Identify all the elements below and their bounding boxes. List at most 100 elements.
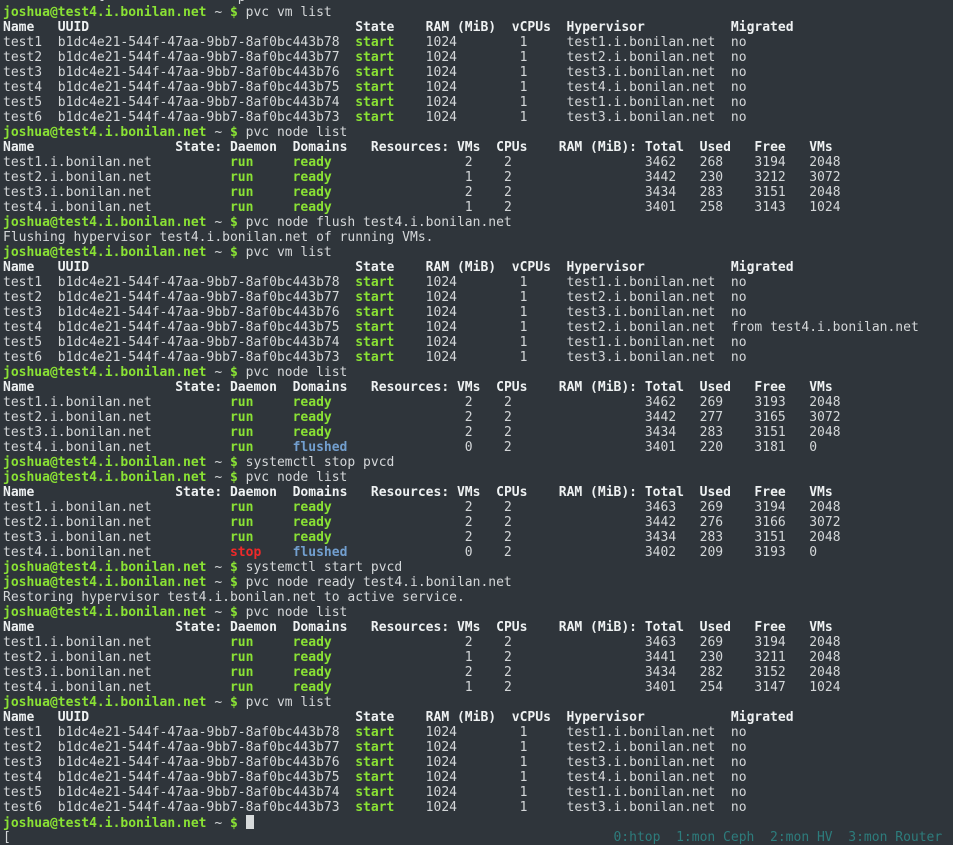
prompt-tilde: ~ bbox=[207, 575, 230, 590]
vm-table-row: test3 b1dc4e21-544f-47aa-9bb7-8af0bc443b… bbox=[3, 305, 953, 320]
column-header: Migrated bbox=[645, 710, 794, 725]
column-header: Name bbox=[3, 485, 34, 500]
vm-table-row: test5 b1dc4e21-544f-47aa-9bb7-8af0bc443b… bbox=[3, 95, 953, 110]
node-name-cell: test2.i.bonilan.net bbox=[3, 515, 152, 530]
node-table-row: test4.i.bonilan.net run flushed 0 2 3401… bbox=[3, 440, 953, 455]
column-header: Total bbox=[637, 380, 684, 395]
column-header: State bbox=[89, 710, 394, 725]
column-header: CPUs bbox=[480, 485, 527, 500]
command-text: systemctl stop pvcd bbox=[246, 455, 395, 470]
vm-vcpus-cell: 1 bbox=[457, 95, 527, 110]
node-vm-ram-cell: 2048 bbox=[786, 650, 841, 665]
vm-migrated-cell: no bbox=[715, 800, 746, 815]
node-domains-cell: ready bbox=[253, 680, 331, 695]
prompt-user-host: joshua@test4.i.bonilan.net bbox=[3, 695, 207, 710]
prompt-symbol: $ bbox=[230, 455, 246, 470]
vm-table-row: test4 b1dc4e21-544f-47aa-9bb7-8af0bc443b… bbox=[3, 80, 953, 95]
node-vms-cell: 1 bbox=[332, 170, 473, 185]
prompt-user-host: joshua@test4.i.bonilan.net bbox=[3, 605, 207, 620]
node-daemon-cell: run bbox=[152, 170, 254, 185]
vm-vcpus-cell: 1 bbox=[457, 290, 527, 305]
vm-uuid-cell: b1dc4e21-544f-47aa-9bb7-8af0bc443b78 bbox=[42, 275, 339, 290]
node-table-row: test1.i.bonilan.net run ready 2 2 3463 2… bbox=[3, 500, 953, 515]
node-table-row: test3.i.bonilan.net run ready 2 2 3434 2… bbox=[3, 425, 953, 440]
node-daemon-cell: run bbox=[152, 425, 254, 440]
vm-migrated-cell: no bbox=[715, 290, 746, 305]
node-ram-used-cell: 282 bbox=[676, 665, 723, 680]
node-name-cell: test4.i.bonilan.net bbox=[3, 545, 152, 560]
vm-hypervisor-cell: test1.i.bonilan.net bbox=[527, 35, 715, 50]
node-vms-cell: 2 bbox=[332, 515, 473, 530]
prompt-line: joshua@test4.i.bonilan.net ~ $ pvc node … bbox=[3, 125, 953, 140]
vm-uuid-cell: b1dc4e21-544f-47aa-9bb7-8af0bc443b76 bbox=[42, 65, 339, 80]
vm-hypervisor-cell: test1.i.bonilan.net bbox=[527, 785, 715, 800]
node-table-row: test2.i.bonilan.net run ready 2 2 3442 2… bbox=[3, 410, 953, 425]
node-ram-used-cell: 269 bbox=[676, 395, 723, 410]
prompt-symbol: $ bbox=[230, 365, 246, 380]
vm-vcpus-cell: 1 bbox=[457, 350, 527, 365]
vm-vcpus-cell: 1 bbox=[457, 335, 527, 350]
column-header: VMs bbox=[786, 485, 833, 500]
vm-migrated-cell: no bbox=[715, 110, 746, 125]
column-header: Hypervisor bbox=[551, 710, 645, 725]
node-cpus-cell: 2 bbox=[473, 545, 512, 560]
node-cpus-cell: 2 bbox=[473, 170, 512, 185]
node-vm-ram-cell: 1024 bbox=[786, 680, 841, 695]
node-ram-total-cell: 3434 bbox=[512, 185, 676, 200]
node-ram-free-cell: 3151 bbox=[723, 425, 786, 440]
column-header: Used bbox=[684, 140, 731, 155]
column-header: RAM (MiB) bbox=[394, 20, 496, 35]
vm-name-cell: test1 bbox=[3, 725, 42, 740]
node-vm-ram-cell: 0 bbox=[786, 440, 817, 455]
node-ram-used-cell: 283 bbox=[676, 185, 723, 200]
prompt-user-host: joshua@test4.i.bonilan.net bbox=[3, 365, 207, 380]
column-header: Daemon bbox=[222, 140, 277, 155]
status-text: 0:htop 1:mon Ceph 2:mon HV 3:mon Router bbox=[11, 830, 942, 845]
output-line: Flushing hypervisor test4.i.bonilan.net … bbox=[3, 230, 953, 245]
node-ram-total-cell: 3401 bbox=[512, 440, 676, 455]
vm-table-row: test1 b1dc4e21-544f-47aa-9bb7-8af0bc443b… bbox=[3, 725, 953, 740]
node-name-cell: test1.i.bonilan.net bbox=[3, 395, 152, 410]
vm-vcpus-cell: 1 bbox=[457, 50, 527, 65]
vm-migrated-cell: no bbox=[715, 785, 746, 800]
node-name-cell: test4.i.bonilan.net bbox=[3, 440, 152, 455]
node-name-cell: test3.i.bonilan.net bbox=[3, 185, 152, 200]
prompt-line: joshua@test4.i.bonilan.net ~ $ systemctl… bbox=[3, 455, 953, 470]
vm-hypervisor-cell: test1.i.bonilan.net bbox=[527, 275, 715, 290]
command-text: pvc node list bbox=[246, 125, 348, 140]
node-cpus-cell: 2 bbox=[473, 185, 512, 200]
column-header: Domains bbox=[277, 485, 347, 500]
node-vm-ram-cell: 2048 bbox=[786, 665, 841, 680]
vm-state-cell: start bbox=[340, 740, 395, 755]
node-domains-cell: ready bbox=[253, 425, 331, 440]
node-vms-cell: 2 bbox=[332, 500, 473, 515]
column-header: RAM (MiB): bbox=[527, 140, 637, 155]
prompt-user-host: joshua@test4.i.bonilan.net bbox=[3, 125, 207, 140]
vm-state-cell: start bbox=[340, 80, 395, 95]
prompt-line: joshua@test4.i.bonilan.net ~ $ bbox=[3, 815, 953, 830]
vm-ram-cell: 1024 bbox=[394, 65, 457, 80]
vm-state-cell: start bbox=[340, 95, 395, 110]
node-name-cell: test1.i.bonilan.net bbox=[3, 500, 152, 515]
vm-migrated-cell: no bbox=[715, 35, 746, 50]
node-domains-cell: ready bbox=[253, 395, 331, 410]
node-table-row: test3.i.bonilan.net run ready 2 2 3434 2… bbox=[3, 665, 953, 680]
prompt-tilde: ~ bbox=[207, 695, 230, 710]
vm-name-cell: test2 bbox=[3, 740, 42, 755]
vm-name-cell: test3 bbox=[3, 305, 42, 320]
node-vms-cell: 2 bbox=[332, 410, 473, 425]
column-header: Total bbox=[637, 140, 684, 155]
prompt-symbol: $ bbox=[230, 470, 246, 485]
text-segment: p bbox=[105, 0, 246, 5]
terminal-screen[interactable]: l pjoshua@test4.i.bonilan.net ~ $ pvc vm… bbox=[0, 0, 953, 845]
node-name-cell: test4.i.bonilan.net bbox=[3, 680, 152, 695]
node-daemon-cell: run bbox=[152, 500, 254, 515]
node-daemon-cell: run bbox=[152, 200, 254, 215]
vm-name-cell: test2 bbox=[3, 50, 42, 65]
node-ram-total-cell: 3434 bbox=[512, 425, 676, 440]
vm-ram-cell: 1024 bbox=[394, 770, 457, 785]
vm-state-cell: start bbox=[340, 320, 395, 335]
node-daemon-cell: run bbox=[152, 185, 254, 200]
vm-ram-cell: 1024 bbox=[394, 725, 457, 740]
node-domains-cell: ready bbox=[253, 530, 331, 545]
